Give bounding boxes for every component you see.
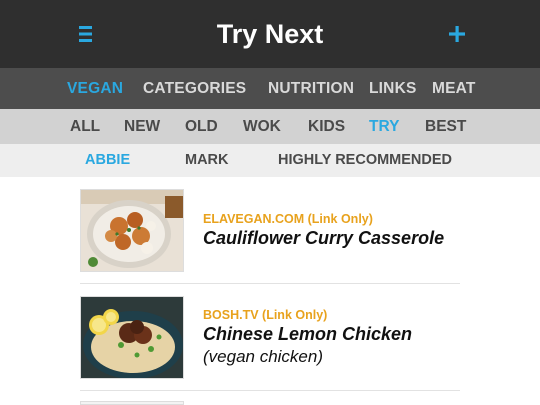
recipe-name: Chinese Lemon Chicken — [203, 324, 413, 344]
recipe-source: ELAVEGAN.COM (Link Only) — [203, 212, 373, 226]
recipe-thumbnail — [80, 296, 184, 379]
filter-new[interactable]: NEW — [124, 109, 160, 144]
person-tab-mark[interactable]: MARK — [185, 144, 229, 177]
filter-try[interactable]: TRY — [369, 109, 399, 144]
person-tab-highly-recommended[interactable]: HIGHLY RECOMMENDED — [278, 144, 452, 177]
filter-old[interactable]: OLD — [185, 109, 218, 144]
recipe-thumbnail — [80, 401, 184, 405]
nav-item-links[interactable]: LINKS — [369, 68, 417, 109]
recipe-source: BOSH.TV (Link Only) — [203, 308, 328, 322]
recipe-thumbnail — [80, 189, 184, 272]
recipe-list: ELAVEGAN.COM (Link Only) Cauliflower Cur… — [80, 177, 460, 405]
hamburger-menu-icon — [79, 26, 92, 42]
filter-all[interactable]: ALL — [70, 109, 100, 144]
title-bar: Try Next — [0, 0, 540, 68]
app-screen: Try Next VEGAN CATEGORIES NUTRITION LINK… — [0, 0, 540, 405]
list-divider — [80, 283, 460, 284]
nav-item-nutrition[interactable]: NUTRITION — [268, 68, 354, 109]
recipe-name: Cauliflower Curry Casserole — [203, 228, 445, 248]
filter-kids[interactable]: KIDS — [308, 109, 345, 144]
recipe-subtitle: (vegan chicken) — [203, 347, 324, 366]
person-filter-nav: ABBIE MARK HIGHLY RECOMMENDED — [0, 144, 540, 177]
list-divider — [80, 390, 460, 391]
list-item[interactable]: ELAVEGAN.COM (Link Only) Cauliflower Cur… — [80, 189, 460, 282]
list-item[interactable] — [80, 401, 460, 405]
nav-item-categories[interactable]: CATEGORIES — [143, 68, 246, 109]
curry-dish-image — [81, 190, 183, 271]
secondary-filter-nav: ALL NEW OLD WOK KIDS TRY BEST — [0, 109, 540, 144]
lemon-chicken-dish-image — [81, 297, 183, 378]
menu-button[interactable] — [76, 22, 96, 46]
nav-item-meat[interactable]: MEAT — [432, 68, 476, 109]
list-item[interactable]: BOSH.TV (Link Only) Chinese Lemon Chicke… — [80, 296, 460, 379]
primary-category-nav: VEGAN CATEGORIES NUTRITION LINKS MEAT — [0, 68, 540, 109]
person-tab-abbie[interactable]: ABBIE — [85, 144, 130, 177]
filter-best[interactable]: BEST — [425, 109, 466, 144]
plus-icon — [449, 26, 465, 42]
add-recipe-button[interactable] — [446, 22, 468, 46]
nav-item-vegan[interactable]: VEGAN — [67, 68, 123, 109]
filter-wok[interactable]: WOK — [243, 109, 281, 144]
